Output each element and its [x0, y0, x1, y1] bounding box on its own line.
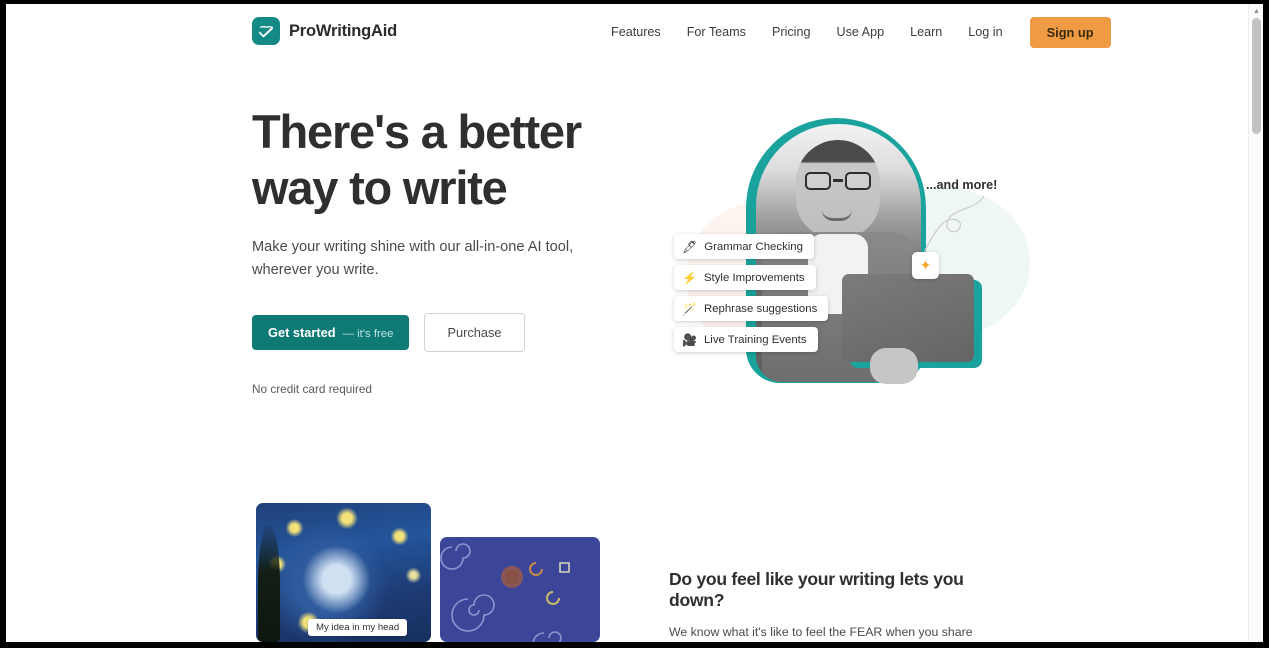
hero-title-line-1: There's a better — [252, 105, 582, 158]
page-content: ProWritingAid Features For Teams Pricing… — [6, 4, 1248, 642]
get-started-button[interactable]: Get started — it's free — [252, 315, 410, 350]
no-credit-card-note: No credit card required — [252, 382, 372, 396]
lower-section-body: We know what it's like to feel the FEAR … — [669, 625, 973, 639]
image-caption: My idea in my head — [308, 619, 408, 636]
vertical-scrollbar[interactable]: ▲ — [1248, 4, 1263, 642]
hero-title: There's a better way to write — [252, 104, 632, 216]
lightning-bolt-icon: ⚡ — [682, 270, 697, 285]
video-camera-icon: 🎥 — [682, 332, 697, 347]
feature-pill-label: Grammar Checking — [704, 240, 803, 253]
nav-item-use-app[interactable]: Use App — [823, 25, 897, 39]
feature-pill-grammar-checking: 🖋 Grammar Checking — [674, 234, 814, 259]
lower-text-block: Do you feel like your writing lets you d… — [669, 569, 1017, 642]
feature-pill-rephrase-suggestions: 🪄 Rephrase suggestions — [674, 296, 829, 321]
magic-wand-icon: 🪄 — [682, 301, 697, 316]
hero-illustration: ...and more! ✦ 🖋 Grammar Checking ⚡ Styl… — [674, 108, 1030, 393]
feature-pill-label: Rephrase suggestions — [703, 302, 818, 315]
lower-illustration: My idea in my head — [256, 503, 606, 642]
chevron-up-icon[interactable]: ▲ — [1253, 8, 1260, 15]
hero-subtitle: Make your writing shine with our all-in-… — [252, 239, 574, 278]
brand-name: ProWritingAid — [289, 21, 398, 40]
hero-title-line-2: way to write — [252, 161, 508, 214]
get-started-label: Get started — [268, 325, 336, 340]
feature-pill-style-improvements: ⚡ Style Improvements — [674, 265, 816, 290]
sign-up-button[interactable]: Sign up — [1029, 16, 1111, 48]
feature-pill-label: Style Improvements — [703, 271, 805, 284]
nav-item-pricing[interactable]: Pricing — [759, 25, 824, 39]
site-header: ProWritingAid Features For Teams Pricing… — [6, 4, 1248, 60]
scrollbar-thumb[interactable] — [1252, 18, 1261, 134]
sketch-image — [440, 537, 600, 642]
nav-item-features[interactable]: Features — [606, 25, 674, 39]
purchase-button[interactable]: Purchase — [424, 313, 525, 352]
browser-viewport: ProWritingAid Features For Teams Pricing… — [6, 4, 1263, 642]
sparkle-icon: ✦ — [912, 252, 939, 279]
feature-pill-label: Live Training Events — [703, 333, 807, 346]
person-hand — [870, 348, 918, 384]
hero-text-block: There's a better way to write Make your … — [252, 104, 632, 396]
lower-section-title: Do you feel like your writing lets you d… — [669, 569, 964, 610]
get-started-note: — it's free — [342, 328, 394, 340]
glasses-icon — [805, 172, 871, 190]
cypress-tree — [258, 525, 280, 642]
feature-pill-live-training-events: 🎥 Live Training Events — [674, 327, 818, 352]
and-more-label: ...and more! — [926, 178, 998, 192]
nav-item-learn[interactable]: Learn — [897, 25, 955, 39]
hero-cta-row: Get started — it's free Purchase — [252, 313, 632, 352]
prowritingaid-logo-icon — [252, 17, 280, 45]
main-navigation: Features For Teams Pricing Use App Learn… — [606, 4, 1111, 60]
feather-pen-icon: 🖋 — [682, 239, 698, 254]
nav-item-log-in[interactable]: Log in — [955, 25, 1015, 39]
brand-logo[interactable]: ProWritingAid — [252, 17, 397, 45]
nav-item-for-teams[interactable]: For Teams — [674, 25, 759, 39]
